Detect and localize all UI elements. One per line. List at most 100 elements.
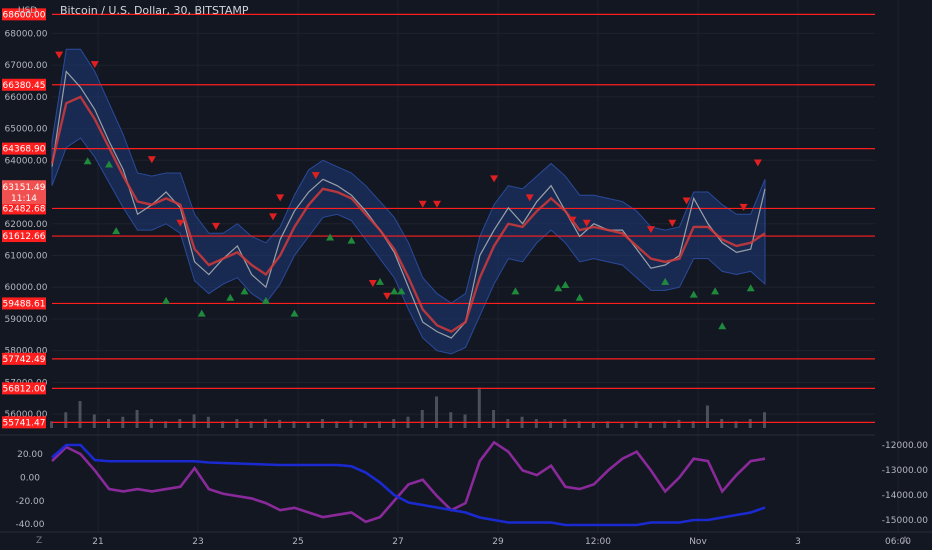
- volume-bar: [677, 419, 681, 428]
- time-axis[interactable]: 21 23 25 27 29 12:00 Nov 3 06:00: [92, 537, 911, 547]
- level-price-label: 55741.47: [3, 418, 46, 428]
- oscillator-tick-label: 0.00: [20, 473, 40, 483]
- volume-bar: [563, 419, 567, 428]
- chart-canvas[interactable]: 20.00 0.00 -20.00 -40.00 -12000.00 -13000.00 -…: [0, 0, 932, 550]
- volume-bar: [705, 405, 709, 428]
- time-tick-label: 27: [392, 537, 403, 547]
- level-price-label: 64368.90: [3, 145, 46, 155]
- volume-bar: [748, 419, 752, 428]
- level-price-label: 62482.68: [3, 204, 46, 214]
- time-tick-label: 25: [292, 537, 303, 547]
- volume-bar: [64, 412, 68, 428]
- volume-bar: [178, 419, 182, 428]
- volume-bar: [435, 396, 439, 428]
- volume-bar: [463, 414, 467, 428]
- flow-tick-label: -13000.00: [882, 466, 928, 476]
- buy-marker: [711, 287, 720, 295]
- sell-marker: [418, 200, 427, 208]
- sell-marker: [368, 280, 377, 288]
- currency-label: USD: [18, 6, 38, 16]
- current-price-label: 63151.49: [3, 183, 46, 193]
- level-price-label: 66380.45: [3, 81, 46, 91]
- flow-tick-label: -14000.00: [882, 491, 928, 501]
- volume-bar: [492, 410, 496, 428]
- timezone-button[interactable]: Z: [36, 536, 42, 546]
- volume-bar: [349, 419, 353, 428]
- sell-marker: [739, 203, 748, 211]
- sell-marker: [269, 213, 278, 221]
- buy-marker: [375, 277, 384, 285]
- flow-tick-label: -15000.00: [882, 516, 928, 526]
- oscillator-line: [51, 440, 766, 524]
- buy-marker: [390, 287, 399, 295]
- buy-marker: [290, 309, 299, 317]
- sell-marker: [383, 292, 392, 300]
- volume-bar: [363, 422, 367, 428]
- symbol-title[interactable]: Bitcoin / U.S. Dollar, 30, BITSTAMP: [60, 4, 249, 17]
- volume-bar: [107, 419, 111, 428]
- volume-bar: [534, 419, 538, 428]
- time-tick-label: 29: [492, 537, 504, 547]
- sell-marker: [211, 222, 220, 230]
- buy-marker: [347, 236, 356, 244]
- price-tick-label: 60000.00: [5, 283, 48, 293]
- time-tick-label: 12:00: [585, 537, 611, 547]
- price-tick-label: 64000.00: [5, 156, 48, 166]
- price-tick-label: 67000.00: [5, 61, 48, 71]
- oscillator-tick-label: 20.00: [17, 450, 43, 460]
- buy-marker: [197, 309, 206, 317]
- buy-marker: [689, 290, 698, 298]
- sell-marker: [490, 175, 499, 183]
- volume-bar: [149, 419, 153, 428]
- buy-marker: [326, 233, 335, 241]
- buy-marker: [226, 293, 235, 301]
- price-tick-label: 59000.00: [5, 315, 48, 325]
- volume-bar: [192, 414, 196, 428]
- volume-bar: [506, 419, 510, 428]
- buy-marker: [575, 293, 584, 301]
- level-price-label: 59488.61: [3, 299, 46, 309]
- volume-bar: [306, 422, 310, 428]
- time-tick-label: Nov: [689, 537, 707, 547]
- level-price-label: 61612.66: [3, 232, 46, 242]
- volume-bar: [235, 419, 239, 428]
- buy-marker: [162, 296, 171, 304]
- time-tick-label: 23: [192, 537, 203, 547]
- sell-marker: [753, 159, 762, 167]
- time-tick-label: 21: [92, 537, 103, 547]
- volume-bar: [263, 419, 267, 428]
- volume-bar: [720, 419, 724, 428]
- volume-bar: [78, 401, 82, 428]
- sell-marker: [55, 51, 64, 59]
- buy-marker: [511, 287, 520, 295]
- level-price-label: 57742.49: [3, 355, 46, 365]
- buy-marker: [718, 322, 727, 330]
- price-axis[interactable]: 68000.00 67000.00 66000.00 65000.00 64000.00…: [2, 8, 48, 429]
- buy-marker: [561, 281, 570, 289]
- horizontal-grid: [0, 32, 932, 533]
- time-tick-label: 3: [795, 537, 801, 547]
- sell-marker: [433, 200, 442, 208]
- flow-tick-label: -12000.00: [882, 441, 928, 451]
- volume-bar: [320, 419, 324, 428]
- volume-bar: [392, 419, 396, 428]
- volume-bar: [648, 422, 652, 428]
- volume-bar: [278, 419, 282, 428]
- volume-bar: [449, 412, 453, 428]
- volume-bar: [420, 410, 424, 428]
- oscillator-tick-label: -20.00: [15, 497, 44, 507]
- price-tick-label: 68000.00: [5, 29, 48, 39]
- price-tick-label: 65000.00: [5, 125, 48, 135]
- price-tick-label: 66000.00: [5, 93, 48, 103]
- volume-bar: [591, 422, 595, 428]
- level-price-label: 56812.00: [3, 384, 46, 394]
- volume-bar: [763, 412, 766, 428]
- auto-scale-button[interactable]: A: [902, 536, 908, 546]
- buy-marker: [112, 227, 121, 235]
- price-tick-label: 62000.00: [5, 220, 48, 230]
- oscillator-pane: 20.00 0.00 -20.00 -40.00 -12000.00 -13000.00 -…: [15, 440, 928, 530]
- volume-bar: [135, 410, 139, 428]
- volume-bar: [92, 414, 96, 428]
- sell-marker: [276, 194, 285, 202]
- price-tick-label: 61000.00: [5, 251, 48, 261]
